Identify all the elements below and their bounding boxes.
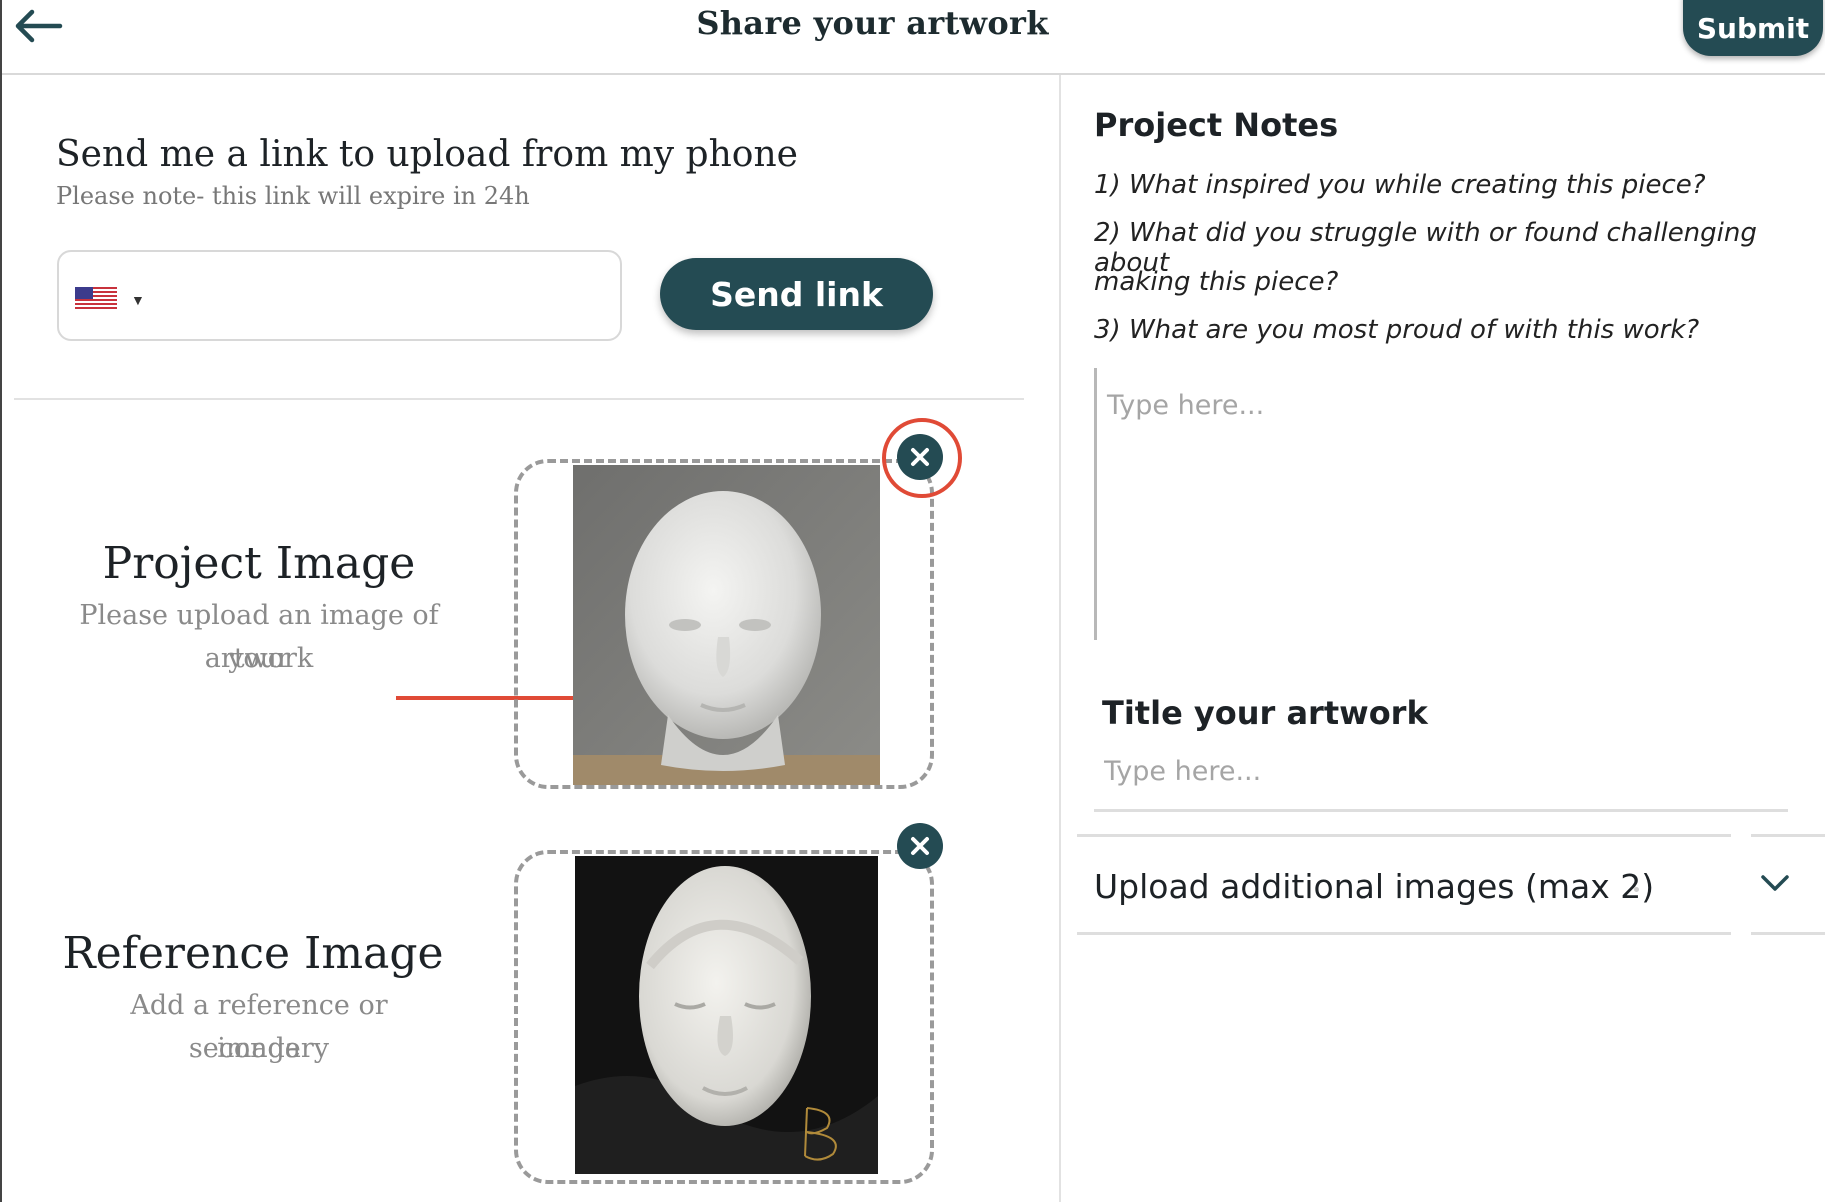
annotation-highlight-circle xyxy=(882,418,962,498)
column-divider xyxy=(1059,75,1061,1202)
section-divider xyxy=(14,398,1024,400)
artwork-title-input[interactable] xyxy=(1094,742,1788,812)
chevron-down-icon[interactable] xyxy=(1757,871,1793,895)
notes-question-3: 3) What are you most proud of with this … xyxy=(1094,315,1700,345)
page-title: Share your artwork xyxy=(696,4,1049,42)
notes-question-2-continued: making this piece? xyxy=(1094,267,1339,297)
project-image-title: Project Image xyxy=(102,538,416,589)
accordion-separator xyxy=(1731,834,1751,935)
artwork-title-label: Title your artwork xyxy=(1102,694,1428,732)
reference-image-desc-line2: image xyxy=(217,1033,301,1064)
decorative-dot xyxy=(1634,887,1639,892)
upload-additional-images-accordion[interactable]: Upload additional images (max 2) xyxy=(1077,834,1825,935)
us-flag-icon[interactable] xyxy=(75,287,117,309)
notes-question-1: 1) What inspired you while creating this… xyxy=(1094,170,1706,200)
project-notes-textarea[interactable] xyxy=(1094,368,1784,640)
phone-number-field[interactable]: ▼ xyxy=(57,250,622,341)
send-link-subtitle: Please note- this link will expire in 24… xyxy=(56,182,530,210)
project-image-desc-line2: artwork xyxy=(204,643,314,674)
top-bar: Share your artwork Submit xyxy=(0,0,1825,75)
remove-reference-image-button[interactable] xyxy=(897,823,943,869)
window-edge xyxy=(0,0,2,1202)
upload-additional-images-label: Upload additional images (max 2) xyxy=(1094,867,1655,906)
close-icon xyxy=(911,837,929,855)
project-image-thumbnail xyxy=(573,465,880,785)
send-link-button[interactable]: Send link xyxy=(660,258,933,330)
submit-button[interactable]: Submit xyxy=(1683,0,1823,56)
reference-image-title: Reference Image xyxy=(62,928,444,979)
country-dropdown-caret-icon[interactable]: ▼ xyxy=(131,292,145,308)
reference-image-thumbnail xyxy=(575,856,878,1174)
send-link-title: Send me a link to upload from my phone xyxy=(56,134,798,175)
project-notes-title: Project Notes xyxy=(1094,106,1339,144)
